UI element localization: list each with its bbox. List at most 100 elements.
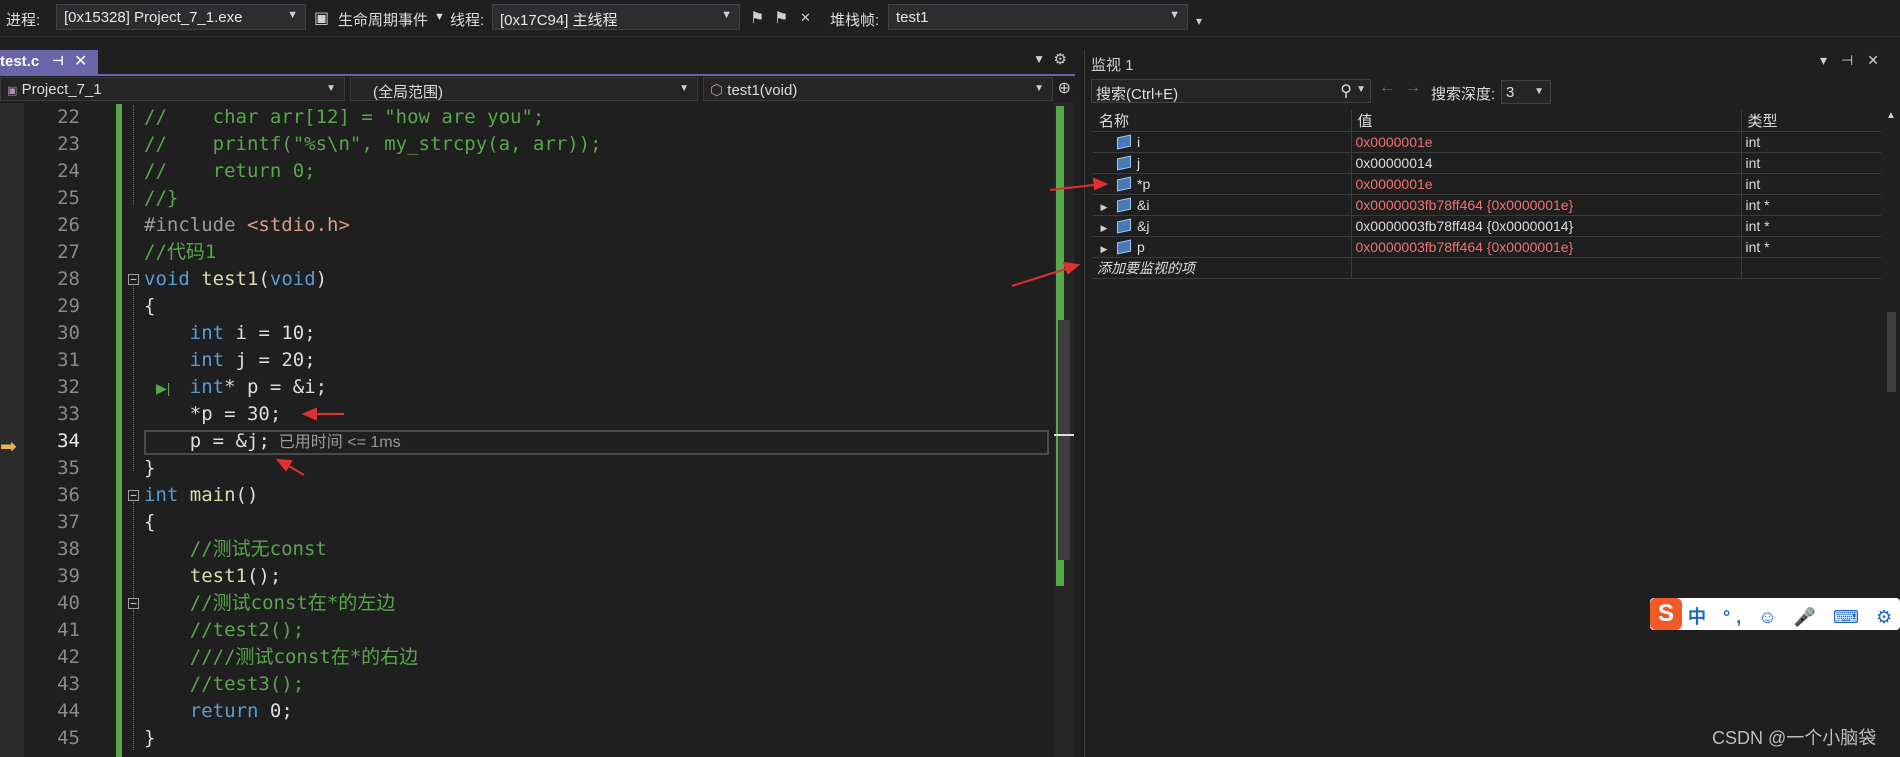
code-line[interactable]: int main() xyxy=(144,482,258,509)
split-editor-icon[interactable]: ⊕ xyxy=(1058,78,1071,98)
code-line[interactable]: } xyxy=(144,455,155,482)
gear-icon[interactable]: ⚙ xyxy=(1054,50,1067,68)
code-line[interactable]: // printf("%s\n", my_strcpy(a, arr)); xyxy=(144,131,602,158)
watch-row[interactable]: ▶ p 0x0000003fb78ff464 {0x0000001e} int * xyxy=(1093,236,1882,258)
watch-name: &j xyxy=(1137,218,1150,234)
pin-icon[interactable]: ⊣ xyxy=(52,53,64,69)
watch-table: 名称 值 类型 i 0x0000001e int j 0x00000014 int *p 0x… xyxy=(1093,110,1882,279)
expand-arrow-icon[interactable]: ▶ xyxy=(1097,202,1111,213)
watch-row[interactable]: j 0x00000014 int xyxy=(1093,152,1882,174)
watch-value-cell[interactable]: 0x0000003fb78ff464 {0x0000001e} xyxy=(1351,236,1742,258)
code-line[interactable]: //测试无const xyxy=(144,536,327,563)
flag-threads-icon[interactable]: ⚑ xyxy=(774,8,788,28)
thread-combo[interactable]: [0x17C94] 主线程 ▼ xyxy=(492,4,740,30)
scrollbar-caret-marker xyxy=(1054,434,1074,436)
code-line[interactable]: void test1(void) xyxy=(144,266,327,293)
process-combo[interactable]: [0x15328] Project_7_1.exe ▼ xyxy=(56,4,306,30)
code-line[interactable]: ////测试const在*的右边 xyxy=(144,644,418,671)
ime-toolbar[interactable]: S 中 °, ☺ 🎤 ⌨ ⚙ 👕 ▦ xyxy=(1650,598,1900,630)
watch-row[interactable]: ▶ &j 0x0000003fb78ff484 {0x00000014} int * xyxy=(1093,215,1882,237)
code-line[interactable]: return 0; xyxy=(144,698,293,725)
watch-name-cell[interactable]: j xyxy=(1093,152,1352,174)
project-combo[interactable]: ▣ Project_7_1 ▼ xyxy=(0,77,345,101)
code-line[interactable]: int j = 20; xyxy=(144,347,316,374)
code-line-text: ////测试const在*的右边 xyxy=(144,646,419,668)
code-line[interactable]: //测试const在*的左边 xyxy=(144,590,396,617)
watch-name-cell[interactable]: ▶ p xyxy=(1093,236,1352,258)
watch-value-cell[interactable]: 0x0000001e xyxy=(1351,131,1742,153)
search-forward-icon[interactable]: → xyxy=(1405,79,1421,97)
code-line[interactable]: //} xyxy=(144,185,178,212)
watch-scrollbar[interactable]: ▲ xyxy=(1881,110,1900,757)
clear-flags-icon[interactable]: ✕ xyxy=(800,10,811,26)
code-line[interactable]: // return 0; xyxy=(144,158,316,185)
line-number: 39 xyxy=(57,565,80,587)
column-header-name[interactable]: 名称 xyxy=(1093,110,1352,132)
watch-value-cell[interactable]: 0x0000001e xyxy=(1351,173,1742,195)
code-line[interactable]: *p = 30; xyxy=(144,401,282,428)
watch-name-cell[interactable]: *p xyxy=(1093,173,1352,195)
expand-arrow-icon[interactable]: ▶ xyxy=(1097,244,1111,255)
lifecycle-events-label[interactable]: 生命周期事件 xyxy=(338,9,428,30)
code-line[interactable]: { xyxy=(144,509,155,536)
chevron-down-icon: ▼ xyxy=(1034,83,1044,94)
editor-scroll-thumb[interactable] xyxy=(1058,320,1070,560)
scroll-up-icon[interactable]: ▲ xyxy=(1886,110,1896,121)
watch-title: 监视 1 xyxy=(1091,57,1134,74)
watermark: CSDN @一个小脑袋 xyxy=(1712,728,1877,748)
code-line[interactable]: #include <stdio.h> xyxy=(144,212,350,239)
breakpoint-gutter[interactable] xyxy=(0,103,24,757)
tab-label: test.c xyxy=(0,53,40,70)
watch-name-cell[interactable]: ▶ &j xyxy=(1093,215,1352,237)
toolbar-overflow-icon[interactable]: ▾ xyxy=(1196,14,1202,28)
add-watch-row[interactable]: 添加要监视的项 xyxy=(1093,257,1882,279)
close-icon[interactable]: ✕ xyxy=(74,51,87,71)
expand-arrow-icon[interactable]: ▶ xyxy=(1097,223,1111,234)
watch-row[interactable]: *p 0x0000001e int xyxy=(1093,173,1882,195)
watch-row[interactable]: ▶ &i 0x0000003fb78ff464 {0x0000001e} int * xyxy=(1093,194,1882,216)
add-watch-cell[interactable]: 添加要监视的项 xyxy=(1093,257,1352,279)
watch-type: int xyxy=(1745,134,1761,150)
search-back-icon[interactable]: ← xyxy=(1379,79,1395,97)
code-line-text: return 0; xyxy=(189,700,293,722)
watch-scroll-thumb[interactable] xyxy=(1887,312,1896,392)
watch-name-cell[interactable]: ▶ &i xyxy=(1093,194,1352,216)
watch-value-cell[interactable]: 0x0000003fb78ff464 {0x0000001e} xyxy=(1351,194,1742,216)
collapse-icon[interactable]: − xyxy=(128,490,139,501)
watch-search-placeholder: 搜索(Ctrl+E) xyxy=(1096,86,1179,103)
column-header-value[interactable]: 值 xyxy=(1351,110,1742,132)
code-line[interactable]: p = &j; 已用时间 <= 1ms xyxy=(144,428,401,455)
code-line[interactable]: int i = 10; xyxy=(144,320,316,347)
search-depth-combo[interactable]: 3 ▼ xyxy=(1501,80,1551,104)
code-line[interactable]: } xyxy=(144,725,155,752)
watch-row[interactable]: i 0x0000001e int xyxy=(1093,131,1882,153)
scope-combo[interactable]: (全局范围) ▼ xyxy=(350,77,698,101)
tab-list-dropdown-icon[interactable]: ▼ xyxy=(1033,52,1045,66)
chevron-down-icon[interactable]: ▼ xyxy=(1356,84,1366,95)
code-line[interactable]: { xyxy=(144,293,155,320)
collapse-icon[interactable]: − xyxy=(128,274,139,285)
code-line[interactable]: //test3(); xyxy=(144,671,304,698)
collapse-icon[interactable]: − xyxy=(128,598,139,609)
close-icon[interactable]: ✕ xyxy=(1867,52,1893,68)
code-line[interactable]: //代码1 xyxy=(144,239,216,266)
project-icon: ▣ xyxy=(7,85,18,97)
pin-icon[interactable]: ⊣ xyxy=(1841,52,1867,68)
scope-guide xyxy=(133,502,134,598)
watch-name-cell[interactable]: i xyxy=(1093,131,1352,153)
column-header-type[interactable]: 类型 xyxy=(1741,110,1882,132)
code-line[interactable]: // char arr[12] = "how are you"; xyxy=(144,104,544,131)
tab-test-c[interactable]: test.c ⊣ ✕ xyxy=(0,50,98,74)
watch-search-input[interactable]: 搜索(Ctrl+E) ⚲ ▼ xyxy=(1091,79,1371,103)
function-combo[interactable]: ⬡ test1(void) ▼ xyxy=(703,77,1053,101)
stackframe-combo[interactable]: test1 ▼ xyxy=(888,4,1188,30)
dropdown-icon[interactable]: ▾ xyxy=(1820,52,1841,68)
code-line[interactable]: test1(); xyxy=(144,563,282,590)
flag-icon[interactable]: ⚑ xyxy=(750,8,764,28)
watch-value-cell[interactable]: 0x00000014 xyxy=(1351,152,1742,174)
code-editor[interactable]: // char arr[12] = "how are you"; // print… xyxy=(144,103,1049,757)
code-line[interactable]: //test2(); xyxy=(144,617,304,644)
code-line[interactable]: int* p = &i; xyxy=(144,374,327,401)
watch-value-cell[interactable]: 0x0000003fb78ff484 {0x00000014} xyxy=(1351,215,1742,237)
search-icon[interactable]: ⚲ xyxy=(1340,81,1352,101)
